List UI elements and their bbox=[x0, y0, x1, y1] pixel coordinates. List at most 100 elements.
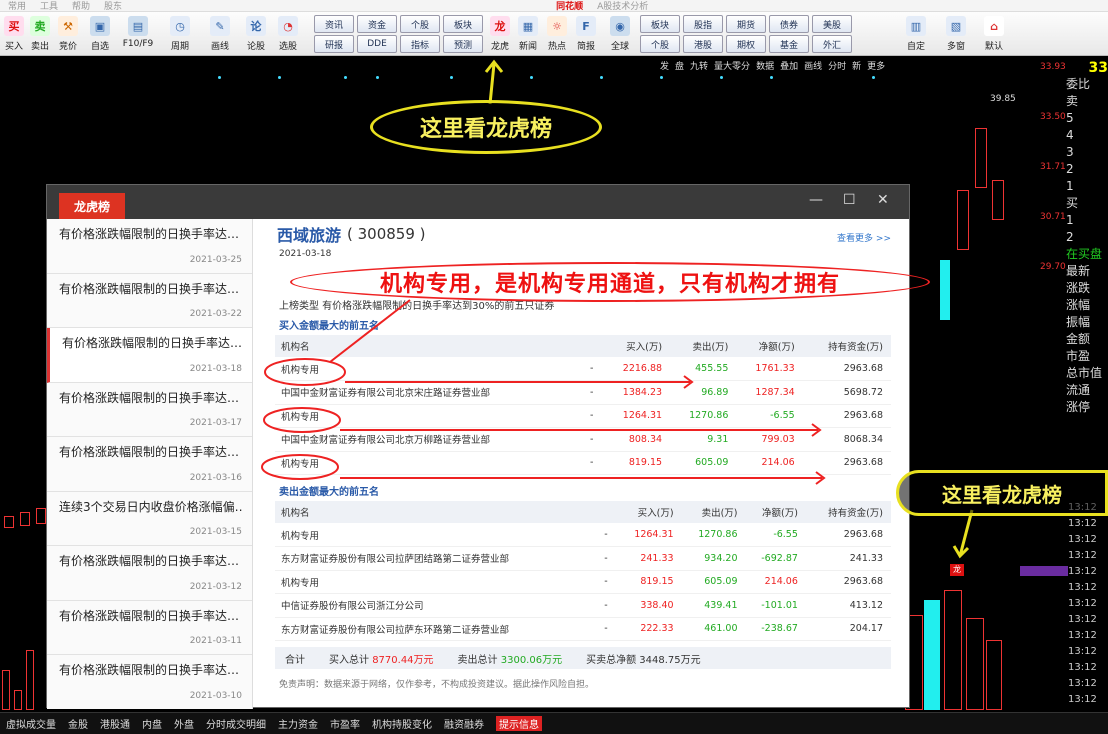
subbar-0[interactable]: 发 bbox=[660, 59, 669, 72]
column-header[interactable]: 持有资金(万) bbox=[802, 335, 891, 357]
column-header[interactable]: 净额(万) bbox=[736, 335, 803, 357]
status-item[interactable]: 金股 bbox=[68, 716, 88, 731]
list-item[interactable]: 有价格涨跌幅限制的日换手率达… 2021-03-12 bbox=[47, 546, 252, 601]
grid-news[interactable]: 资讯 bbox=[314, 15, 354, 33]
grid-funds[interactable]: 资金 bbox=[357, 15, 397, 33]
list-item[interactable]: 有价格涨跌幅限制的日换手率达… 2021-03-16 bbox=[47, 437, 252, 492]
grid-m5[interactable]: 个股 bbox=[640, 35, 680, 53]
dragon-marker-icon[interactable]: 龙 bbox=[950, 564, 964, 576]
table-row[interactable]: 东方财富证券股份有限公司拉萨东环路第二证券营业部 -222.33 461.00 -23… bbox=[275, 617, 891, 641]
status-item[interactable]: 虚拟成交量 bbox=[6, 716, 56, 731]
status-item[interactable]: 融资融券 bbox=[444, 716, 484, 731]
f10-button[interactable]: ▤ F10/F9 bbox=[123, 14, 153, 54]
subbar-5[interactable]: 叠加 bbox=[780, 59, 798, 72]
hot-button[interactable]: ☼ 热点 bbox=[543, 14, 571, 54]
list-item[interactable]: 有价格涨跌幅限制的日换手率达… 2021-03-22 bbox=[47, 274, 252, 328]
status-item[interactable]: 内盘 bbox=[142, 716, 162, 731]
close-icon[interactable]: ✕ bbox=[877, 192, 889, 208]
table-row[interactable]: 东方财富证券股份有限公司拉萨团结路第二证券营业部 -241.33 934.20 -69… bbox=[275, 546, 891, 571]
subbar-9[interactable]: 更多 bbox=[867, 59, 885, 72]
table-row[interactable]: 中信证券股份有限公司浙江分公司 -338.40 439.41 -101.01 413.1… bbox=[275, 593, 891, 618]
news-button[interactable]: ▦ 新闻 bbox=[514, 14, 542, 54]
self-select-button[interactable]: ▣ 自选 bbox=[86, 14, 114, 54]
status-item[interactable]: 港股通 bbox=[100, 716, 130, 731]
subbar-4[interactable]: 数据 bbox=[756, 59, 774, 72]
column-header[interactable] bbox=[602, 501, 618, 523]
table-row[interactable]: 机构专用 -819.15 605.09 214.06 2963.68 bbox=[275, 451, 891, 475]
buy-button[interactable]: 买买入 bbox=[0, 14, 28, 54]
subbar-3[interactable]: 量大零分 bbox=[714, 59, 750, 72]
table-row[interactable]: 机构专用 -1264.31 1270.86 -6.55 2963.68 bbox=[275, 404, 891, 428]
table-row[interactable]: 中国中金财富证券有限公司北京万柳路证券营业部 -808.34 9.31 799.03 8… bbox=[275, 427, 891, 452]
status-item[interactable]: 主力资金 bbox=[278, 716, 318, 731]
grid-m6[interactable]: 港股 bbox=[683, 35, 723, 53]
maximize-icon[interactable]: ☐ bbox=[843, 192, 856, 208]
menu-shareholder[interactable]: 股东 bbox=[104, 0, 122, 12]
column-header[interactable]: 净额(万) bbox=[745, 501, 806, 523]
stats-button[interactable]: 论论股 bbox=[242, 14, 270, 54]
custom-button[interactable]: ▥ 自定 bbox=[902, 14, 930, 54]
column-header[interactable]: 机构名 bbox=[275, 501, 603, 523]
globe-button[interactable]: ◉ 全球 bbox=[606, 14, 634, 54]
list-item[interactable]: 有价格涨跌幅限制的日换手率达… 2021-03-25 bbox=[47, 219, 252, 274]
table-row[interactable]: 机构专用 -819.15 605.09 214.06 2963.68 bbox=[275, 570, 891, 594]
select-button[interactable]: ◔ 选股 bbox=[274, 14, 302, 54]
subbar-1[interactable]: 盘 bbox=[675, 59, 684, 72]
subbar-2[interactable]: 九转 bbox=[690, 59, 708, 72]
draw-button[interactable]: ✎ 画线 bbox=[206, 14, 234, 54]
table-row[interactable]: 机构专用 -1264.31 1270.86 -6.55 2963.68 bbox=[275, 523, 891, 547]
menu-tools[interactable]: 工具 bbox=[40, 0, 58, 12]
grid-m3[interactable]: 债券 bbox=[769, 15, 809, 33]
column-header[interactable]: 机构名 bbox=[275, 335, 588, 357]
sell-button[interactable]: 卖卖出 bbox=[26, 14, 54, 54]
more-link[interactable]: 查看更多 >> bbox=[837, 231, 891, 244]
status-item[interactable]: 外盘 bbox=[174, 716, 194, 731]
grid-m0[interactable]: 板块 bbox=[640, 15, 680, 33]
list-item[interactable]: 有价格涨跌幅限制的日换手率达… 2021-03-11 bbox=[47, 601, 252, 655]
table-row[interactable]: 中国中金财富证券有限公司北京宋庄路证券营业部 -1384.23 96.89 1287.… bbox=[275, 380, 891, 405]
grid-sector[interactable]: 板块 bbox=[443, 15, 483, 33]
menu-help[interactable]: 帮助 bbox=[72, 0, 90, 12]
status-item[interactable]: 提示信息 bbox=[496, 716, 542, 731]
grid-m7[interactable]: 期权 bbox=[726, 35, 766, 53]
grid-forecast[interactable]: 预测 bbox=[443, 35, 483, 53]
column-header[interactable]: 持有资金(万) bbox=[805, 501, 891, 523]
table-row[interactable]: 机构专用 -2216.88 455.55 1761.33 2963.68 bbox=[275, 357, 891, 381]
grid-research[interactable]: 研报 bbox=[314, 35, 354, 53]
minimize-icon[interactable]: — bbox=[809, 192, 823, 208]
list-item[interactable]: 有价格涨跌幅限制的日换手率达… 2021-03-10 bbox=[47, 655, 252, 709]
dialog-tab[interactable]: 龙虎榜 bbox=[59, 193, 125, 219]
status-item[interactable]: 机构持股变化 bbox=[372, 716, 432, 731]
grid-m1[interactable]: 股指 bbox=[683, 15, 723, 33]
column-header[interactable]: 买入(万) bbox=[617, 501, 682, 523]
grid-dde[interactable]: DDE bbox=[357, 35, 397, 53]
grid-m8[interactable]: 基金 bbox=[769, 35, 809, 53]
auction-button[interactable]: ⚒ 竞价 bbox=[54, 14, 82, 54]
status-item[interactable]: 市盈率 bbox=[330, 716, 360, 731]
cycle-button[interactable]: ◷ 周期 bbox=[166, 14, 194, 54]
status-item[interactable]: 分时成交明细 bbox=[206, 716, 266, 731]
brief-button[interactable]: F 简报 bbox=[572, 14, 600, 54]
column-header[interactable] bbox=[587, 335, 604, 357]
subbar-8[interactable]: 新 bbox=[852, 59, 861, 72]
column-header[interactable]: 买入(万) bbox=[603, 335, 671, 357]
column-header[interactable]: 卖出(万) bbox=[681, 501, 746, 523]
subbar-6[interactable]: 画线 bbox=[804, 59, 822, 72]
grid-m9[interactable]: 外汇 bbox=[812, 35, 852, 53]
grid-m4[interactable]: 美股 bbox=[812, 15, 852, 33]
callout-top: 这里看龙虎榜 bbox=[370, 100, 602, 154]
list-item[interactable]: 有价格涨跌幅限制的日换手率达… 2021-03-18 bbox=[47, 328, 252, 383]
dragon-tiger-button[interactable]: 龙龙虎 bbox=[486, 14, 514, 54]
grid-index[interactable]: 指标 bbox=[400, 35, 440, 53]
subbar-7[interactable]: 分时 bbox=[828, 59, 846, 72]
grid-m2[interactable]: 期货 bbox=[726, 15, 766, 33]
list-item[interactable]: 连续3个交易日内收盘价格涨幅偏… 2021-03-15 bbox=[47, 492, 252, 546]
list-item[interactable]: 有价格涨跌幅限制的日换手率达… 2021-03-17 bbox=[47, 383, 252, 437]
grid-stock[interactable]: 个股 bbox=[400, 15, 440, 33]
menu-common[interactable]: 常用 bbox=[8, 0, 26, 12]
multi-window-button[interactable]: ▧ 多窗 bbox=[942, 14, 970, 54]
f-icon: F bbox=[576, 16, 596, 36]
column-header[interactable]: 卖出(万) bbox=[670, 335, 737, 357]
total-label: 合计 bbox=[285, 654, 305, 666]
home-button[interactable]: ⌂ 默认 bbox=[980, 14, 1008, 54]
